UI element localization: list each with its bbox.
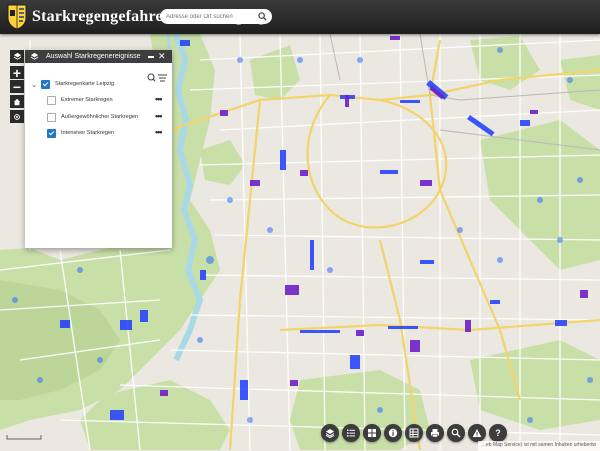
checkbox-intensiver[interactable] — [47, 129, 56, 138]
panel-header: Auswahl Starkregenereignisse ✕ — [25, 50, 172, 63]
more-options-icon[interactable]: ••• — [155, 111, 163, 121]
list-icon — [347, 429, 355, 437]
panel-title: Auswahl Starkregenereignisse — [46, 53, 141, 60]
layers-toggle-button[interactable] — [10, 50, 24, 63]
print-icon — [431, 429, 439, 438]
legend-button[interactable] — [342, 424, 360, 442]
bottom-toolbar: ? — [321, 424, 507, 442]
zoom-out-button[interactable]: − — [10, 79, 24, 95]
attribute-table-button[interactable] — [405, 424, 423, 442]
layers-icon — [13, 52, 21, 60]
help-icon: ? — [495, 428, 501, 438]
layer-panel: Auswahl Starkregenereignisse ✕ ⌄ Starkre… — [25, 50, 172, 248]
layer-row-starkregenkarte[interactable]: ⌄ Starkregenkarte Leipzig — [25, 78, 172, 92]
layer-label: Starkregenkarte Leipzig — [55, 81, 115, 87]
layer-label: Extremer Starkregen — [61, 97, 113, 103]
search-input[interactable] — [166, 10, 254, 23]
close-button[interactable]: ✕ — [158, 51, 166, 61]
expand-arrow-icon[interactable]: ⌄ — [31, 81, 37, 89]
home-button[interactable] — [10, 95, 24, 108]
info-icon — [388, 428, 398, 438]
checkbox-aussergewoehnlicher[interactable] — [47, 113, 56, 122]
layers-icon — [325, 429, 335, 438]
search-icon[interactable] — [258, 12, 267, 21]
checkbox-extremer[interactable] — [47, 96, 56, 105]
measure-icon — [451, 428, 461, 438]
leipzig-crest-logo — [7, 4, 27, 30]
search-box[interactable] — [160, 9, 272, 24]
minimize-button[interactable] — [148, 56, 154, 58]
layers-icon — [30, 52, 39, 60]
measure-button[interactable] — [447, 424, 465, 442]
app-header: Starkregengefahrenkarte Leipzig — [0, 0, 600, 34]
layer-row-intensiver[interactable]: Intensiver Starkregen ••• — [25, 127, 172, 141]
layer-label: Außergewöhnlicher Starkregen — [61, 114, 139, 120]
info-button[interactable] — [384, 424, 402, 442]
locate-button[interactable] — [10, 110, 24, 123]
checkbox-starkregenkarte[interactable] — [41, 80, 50, 89]
table-icon — [409, 428, 419, 438]
basemap-gallery-button[interactable] — [363, 424, 381, 442]
more-options-icon[interactable]: ••• — [155, 127, 163, 137]
print-button[interactable] — [426, 424, 444, 442]
warning-button[interactable] — [468, 424, 486, 442]
home-icon — [13, 98, 21, 105]
warning-icon — [472, 429, 482, 437]
scale-bar — [6, 435, 42, 440]
layer-label: Intensiver Starkregen — [61, 130, 115, 136]
layer-row-extremer[interactable]: Extremer Starkregen ••• — [25, 94, 172, 108]
zoom-in-button[interactable]: + — [10, 65, 24, 81]
layer-row-aussergewoehnlicher[interactable]: Außergewöhnlicher Starkregen ••• — [25, 111, 172, 125]
layers-button[interactable] — [321, 424, 339, 442]
locate-icon — [14, 113, 20, 120]
more-options-icon[interactable]: ••• — [155, 94, 163, 104]
basemap-icon — [368, 429, 376, 437]
help-button[interactable]: ? — [489, 424, 507, 442]
